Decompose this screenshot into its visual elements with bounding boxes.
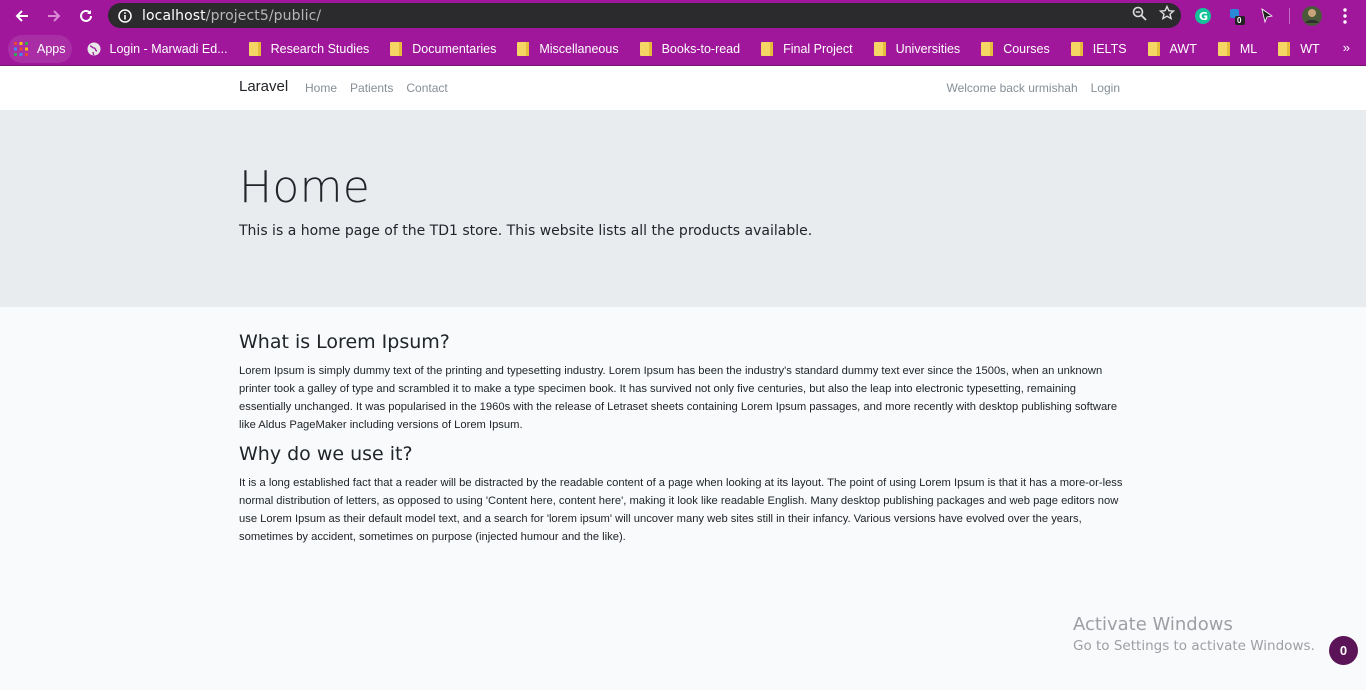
folder-icon xyxy=(761,41,774,56)
bookmark-folder[interactable]: AWT xyxy=(1142,35,1203,63)
bookmark-label: AWT xyxy=(1169,41,1197,56)
folder-icon xyxy=(1278,41,1291,56)
zoom-icon[interactable] xyxy=(1132,6,1147,26)
navbar-brand[interactable]: Laravel xyxy=(239,78,288,95)
globe-icon xyxy=(87,42,100,55)
bookmark-folder[interactable]: Books-to-read xyxy=(634,35,747,63)
avatar[interactable] xyxy=(1300,4,1324,28)
nav-login[interactable]: Login xyxy=(1091,81,1120,95)
jumbotron: Home This is a home page of the TD1 stor… xyxy=(0,110,1366,307)
folder-icon xyxy=(248,41,261,56)
bookmark-item[interactable]: Login - Marwadi Ed... xyxy=(81,35,234,63)
chat-badge[interactable]: 0 xyxy=(1329,636,1358,665)
page-subtitle: This is a home page of the TD1 store. Th… xyxy=(239,223,813,239)
bookmark-label: Miscellaneous xyxy=(539,41,619,56)
extension-badge: 0 xyxy=(1237,16,1242,25)
bookmark-label: IELTS xyxy=(1092,41,1127,56)
bookmark-folder[interactable]: WT xyxy=(1272,35,1325,63)
reload-icon[interactable] xyxy=(70,0,102,32)
bookmark-folder[interactable]: Universities xyxy=(868,35,967,63)
url-text[interactable]: localhost/project5/public/ xyxy=(142,8,321,24)
browser-toolbar: localhost/project5/public/ G 0 xyxy=(0,0,1366,32)
bookmark-label: Final Project xyxy=(783,41,853,56)
address-bar[interactable]: localhost/project5/public/ xyxy=(108,3,1181,28)
section-heading: What is Lorem Ipsum? xyxy=(239,331,450,353)
section-heading: Why do we use it? xyxy=(239,443,413,465)
bookmark-label: Books-to-read xyxy=(661,41,741,56)
watermark-title: Activate Windows xyxy=(1073,614,1233,635)
toolbar-divider xyxy=(1289,8,1290,24)
bookmark-label: Apps xyxy=(37,41,66,56)
bookmark-label: WT xyxy=(1300,41,1320,56)
bookmark-folder[interactable]: Documentaries xyxy=(384,35,502,63)
site-navbar: Laravel Home Patients Contact Welcome ba… xyxy=(0,65,1366,110)
bookmarks-overflow-icon[interactable]: » xyxy=(1343,40,1350,55)
cursor-icon[interactable] xyxy=(1255,4,1279,28)
bookmark-folder[interactable]: ML xyxy=(1212,35,1263,63)
folder-icon xyxy=(1070,41,1083,56)
back-icon[interactable] xyxy=(6,0,38,32)
extension-icon[interactable]: 0 xyxy=(1224,4,1248,28)
section-body: Lorem Ipsum is simply dummy text of the … xyxy=(239,365,1118,431)
windows-activation-watermark: Activate Windows Go to Settings to activ… xyxy=(1073,614,1315,654)
bookmark-label: Research Studies xyxy=(270,41,370,56)
section-body: It is a long established fact that a rea… xyxy=(239,477,1123,543)
bookmark-label: Documentaries xyxy=(412,41,497,56)
folder-icon xyxy=(1147,41,1160,56)
svg-text:G: G xyxy=(1199,10,1208,23)
forward-icon[interactable] xyxy=(38,0,70,32)
bookmark-label: Login - Marwadi Ed... xyxy=(109,41,228,56)
bookmark-apps[interactable]: Apps xyxy=(8,34,72,63)
info-icon[interactable] xyxy=(108,8,142,23)
page-title: Home xyxy=(239,162,371,213)
watermark-subtitle: Go to Settings to activate Windows. xyxy=(1073,638,1315,654)
apps-grid-icon xyxy=(14,41,28,56)
bookmarks-bar: Apps Login - Marwadi Ed... Research Stud… xyxy=(0,32,1366,65)
bookmark-folder[interactable]: Research Studies xyxy=(243,35,376,63)
bookmark-label: Universities xyxy=(895,41,961,56)
nav-contact[interactable]: Contact xyxy=(406,81,447,95)
nav-links: Home Patients Contact xyxy=(305,81,461,95)
folder-icon xyxy=(981,41,994,56)
nav-user-area: Welcome back urmishah Login xyxy=(946,81,1120,95)
nav-patients[interactable]: Patients xyxy=(350,81,393,95)
folder-icon xyxy=(517,41,530,56)
bookmark-folder[interactable]: IELTS xyxy=(1065,35,1133,63)
folder-icon xyxy=(873,41,886,56)
url-host: localhost xyxy=(142,7,206,24)
bookmark-label: Courses xyxy=(1003,41,1050,56)
url-path: /project5/public/ xyxy=(205,7,322,24)
folder-icon xyxy=(639,41,652,56)
nav-welcome[interactable]: Welcome back urmishah xyxy=(946,81,1077,95)
bookmark-folder[interactable]: Courses xyxy=(975,35,1056,63)
nav-home[interactable]: Home xyxy=(305,81,337,95)
main-content: What is Lorem Ipsum? Lorem Ipsum is simp… xyxy=(239,331,1127,555)
folder-icon xyxy=(390,41,403,56)
bookmark-folder[interactable]: Final Project xyxy=(755,35,858,63)
folder-icon xyxy=(1217,41,1230,56)
star-icon[interactable] xyxy=(1158,4,1176,26)
bookmark-label: ML xyxy=(1239,41,1258,56)
menu-icon[interactable] xyxy=(1333,4,1357,28)
bookmark-folder[interactable]: Miscellaneous xyxy=(511,35,624,63)
grammarly-icon[interactable]: G xyxy=(1191,4,1215,28)
